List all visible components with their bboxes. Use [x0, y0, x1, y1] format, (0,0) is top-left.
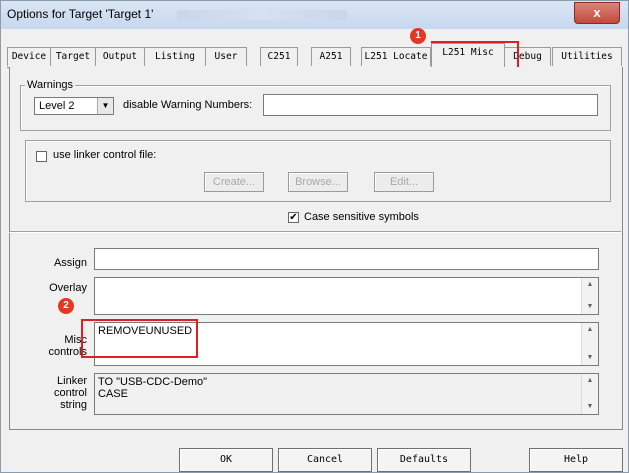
cancel-button[interactable]: Cancel	[278, 448, 372, 472]
linker-string-textarea[interactable]: TO "USB-CDC-Demo" CASE ▲ ▼	[94, 373, 599, 415]
linker-string-text: TO "USB-CDC-Demo" CASE	[98, 376, 208, 400]
assign-label: Assign	[53, 257, 87, 269]
scroll-up-icon[interactable]: ▲	[582, 323, 598, 337]
tab-target[interactable]: Target	[50, 47, 96, 66]
use-linker-file-checkbox[interactable]	[36, 151, 47, 162]
case-sensitive-checkbox[interactable]: ✔	[288, 212, 299, 223]
linker-string-label-line2: control	[53, 387, 87, 399]
overlay-scrollbar[interactable]: ▲ ▼	[581, 278, 598, 314]
tab-l251-misc[interactable]: L251 Misc	[431, 43, 505, 67]
assign-input[interactable]	[94, 248, 599, 270]
warnings-group-label: Warnings	[25, 79, 76, 91]
help-button[interactable]: Help	[529, 448, 623, 472]
defaults-button[interactable]: Defaults	[377, 448, 471, 472]
close-button[interactable]: x	[574, 2, 620, 24]
scroll-up-icon[interactable]: ▲	[582, 278, 598, 292]
use-linker-file-label: use linker control file:	[53, 149, 157, 161]
tab-c251[interactable]: C251	[260, 47, 298, 66]
scroll-up-icon[interactable]: ▲	[582, 374, 598, 388]
tab-user[interactable]: User	[205, 47, 247, 66]
linker-string-label-line1: Linker	[57, 375, 87, 387]
blurred-title-area	[177, 10, 347, 20]
options-dialog: Options for Target 'Target 1' x Device T…	[0, 0, 629, 473]
title-bar: Options for Target 'Target 1' x	[1, 1, 628, 29]
case-sensitive-label: Case sensitive symbols	[304, 211, 419, 223]
linker-scrollbar[interactable]: ▲ ▼	[581, 374, 598, 414]
tab-strip: Device Target Output Listing User C251 A…	[7, 43, 623, 68]
disable-warnings-input[interactable]	[263, 94, 598, 116]
scroll-down-icon[interactable]: ▼	[582, 300, 598, 314]
scroll-down-icon[interactable]: ▼	[582, 351, 598, 365]
overlay-label: Overlay	[49, 282, 87, 294]
disable-warnings-label: disable Warning Numbers:	[123, 99, 253, 111]
tab-l251-locate[interactable]: L251 Locate	[361, 47, 431, 66]
edit-button[interactable]: Edit...	[374, 172, 434, 192]
misc-controls-label-line2: controls	[48, 346, 87, 358]
tab-device[interactable]: Device	[7, 47, 51, 66]
tab-utilities[interactable]: Utilities	[552, 47, 622, 66]
linker-string-label-line3: string	[60, 399, 87, 411]
scroll-down-icon[interactable]: ▼	[582, 400, 598, 414]
annotation-badge-2: 2	[58, 298, 74, 314]
tab-listing[interactable]: Listing	[144, 47, 206, 66]
tab-output[interactable]: Output	[95, 47, 145, 66]
overlay-textarea[interactable]: ▲ ▼	[94, 277, 599, 315]
misc-controls-label-line1: Misc	[64, 334, 87, 346]
tab-a251[interactable]: A251	[311, 47, 351, 66]
highlight-box-misc	[81, 319, 198, 358]
misc-scrollbar[interactable]: ▲ ▼	[581, 323, 598, 365]
chevron-down-icon[interactable]: ▼	[97, 98, 113, 114]
browse-button[interactable]: Browse...	[288, 172, 348, 192]
divider	[9, 231, 621, 233]
ok-button[interactable]: OK	[179, 448, 273, 472]
warning-level-value: Level 2	[39, 100, 75, 112]
annotation-badge-1: 1	[410, 28, 426, 44]
window-title: Options for Target 'Target 1'	[7, 7, 154, 21]
create-button[interactable]: Create...	[204, 172, 264, 192]
warning-level-select[interactable]: Level 2 ▼	[34, 97, 114, 115]
